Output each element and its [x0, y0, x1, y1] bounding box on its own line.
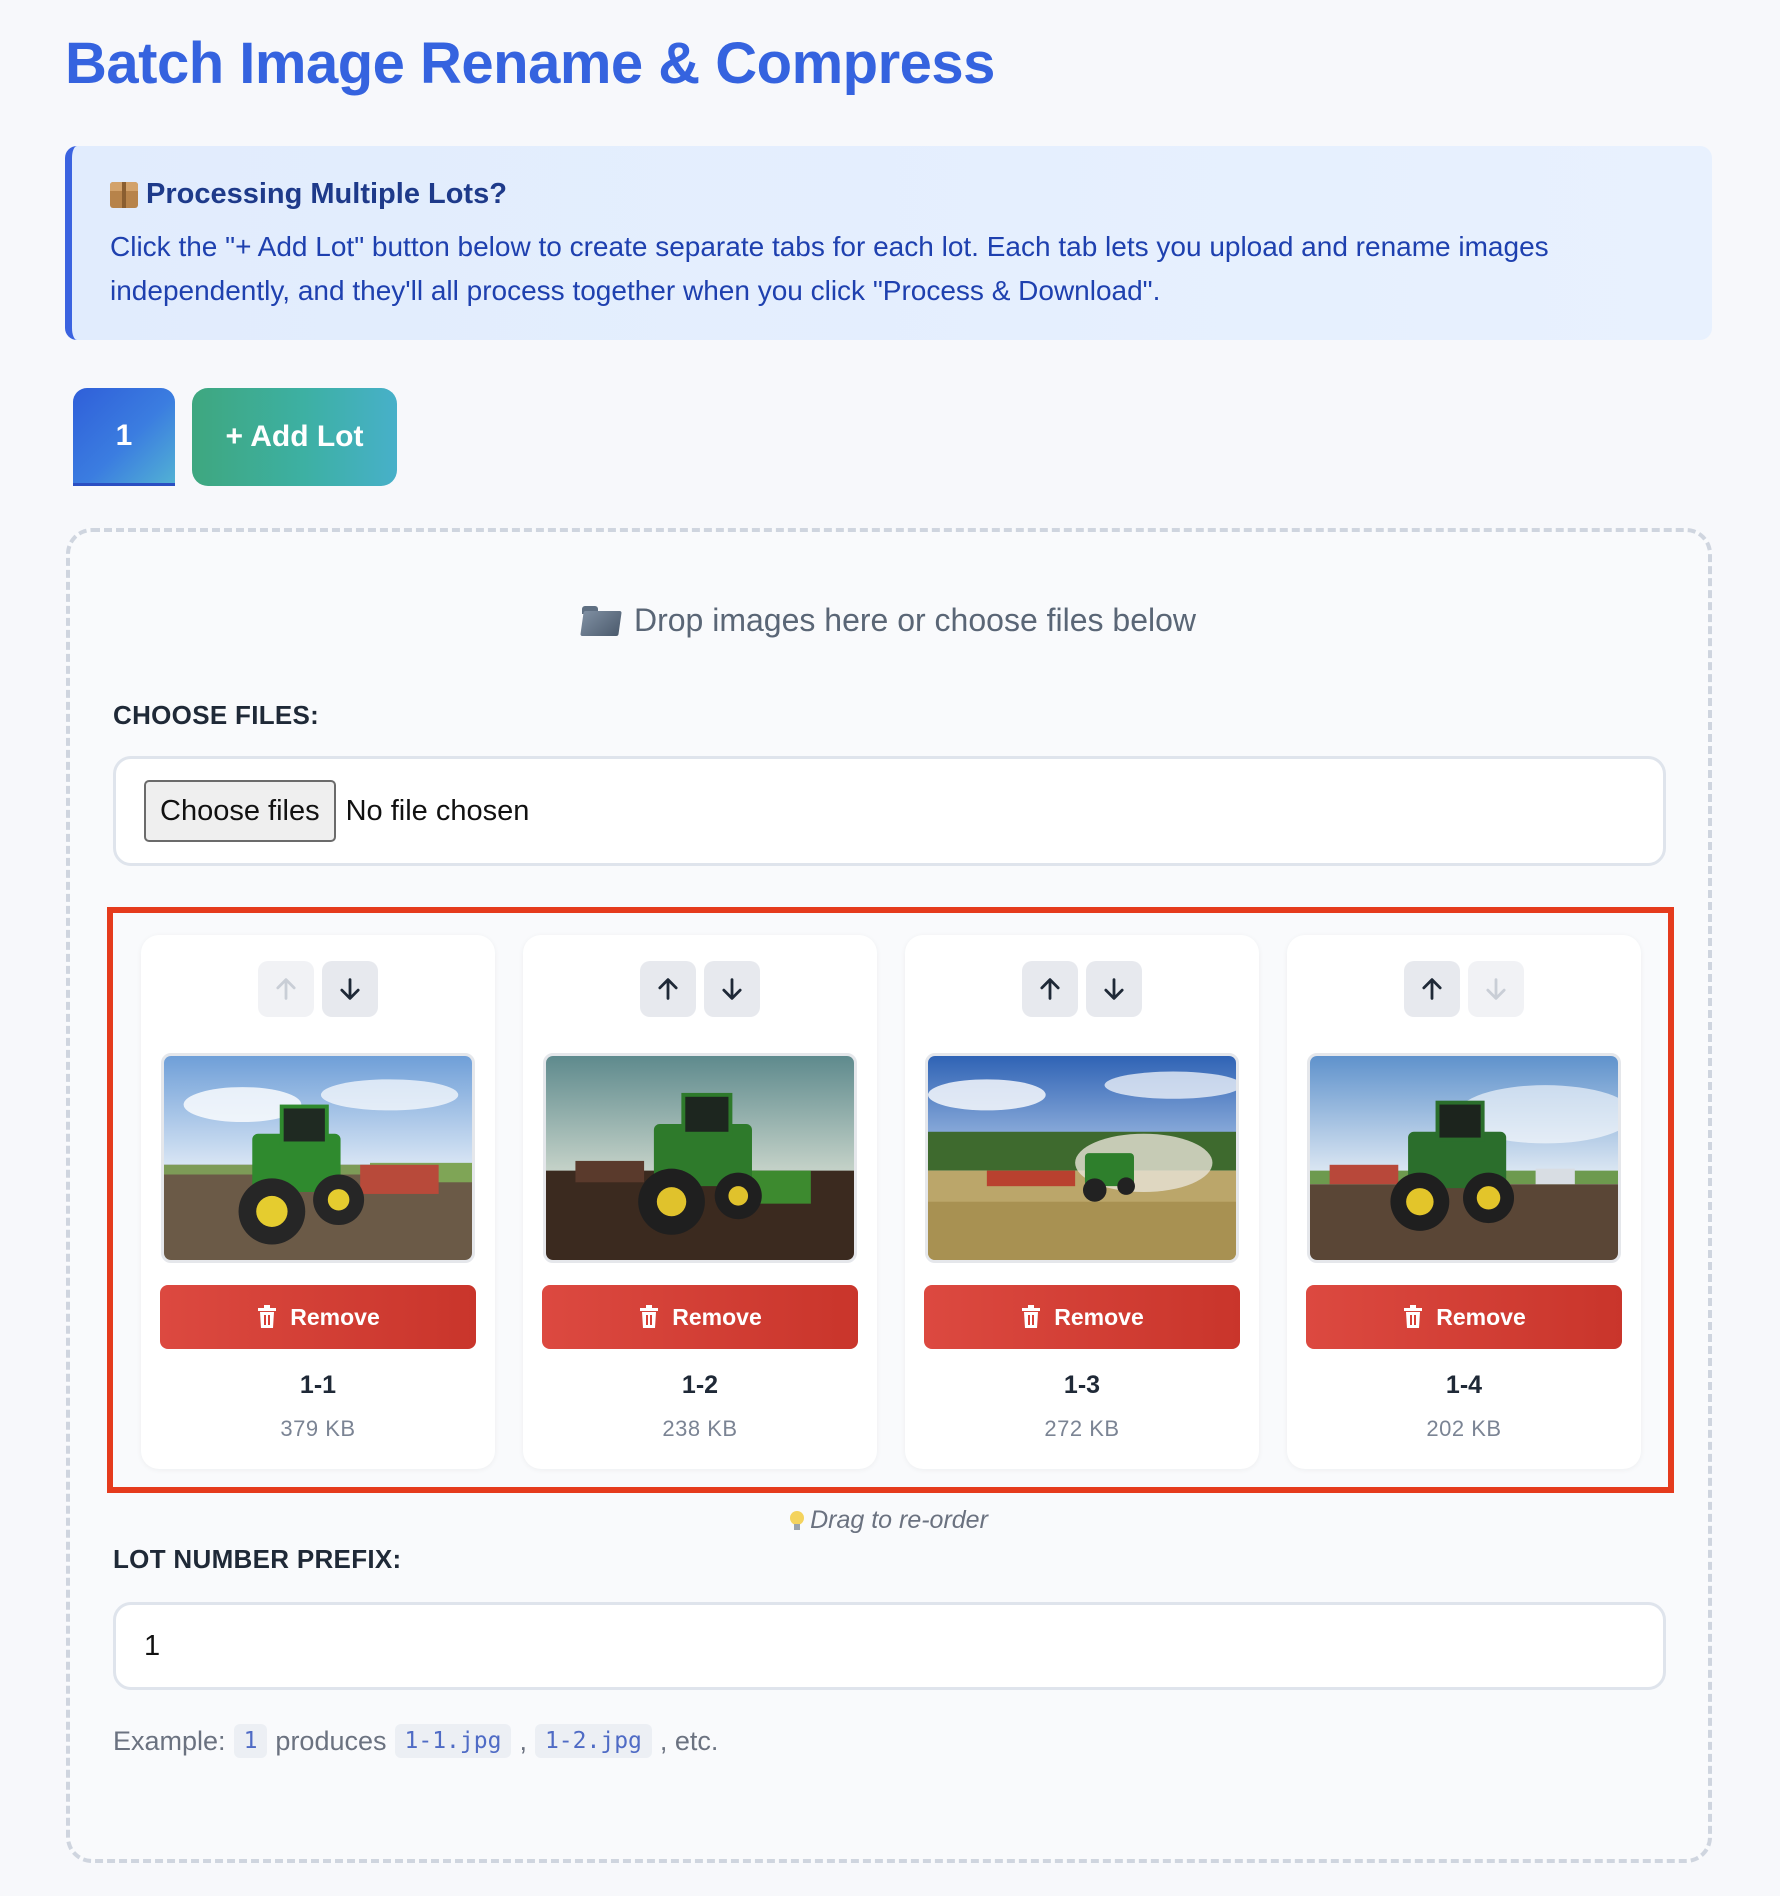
move-up-button[interactable]	[258, 961, 314, 1017]
image-size: 202 KB	[1426, 1416, 1502, 1441]
image-name: 1-2	[681, 1371, 719, 1399]
remove-button[interactable]: Remove	[160, 1285, 476, 1349]
remove-label: Remove	[1054, 1303, 1144, 1330]
info-banner: Processing Multiple Lots? Click the "+ A…	[65, 146, 1712, 340]
lot-tabs: 1 + Add Lot	[73, 388, 397, 486]
move-down-button[interactable]	[704, 961, 760, 1017]
move-down-button[interactable]	[1468, 961, 1524, 1017]
move-up-button[interactable]	[640, 961, 696, 1017]
image-grid: Remove 1-1 379 KB Remove 1-2 238 KB Remo…	[141, 935, 1641, 1469]
arrow-up-icon	[276, 978, 296, 1000]
trash-icon	[1404, 1305, 1423, 1328]
image-name: 1-1	[299, 1371, 337, 1399]
example-code-prefix: 1	[233, 1724, 268, 1758]
choose-files-label: CHOOSE FILES:	[113, 700, 320, 730]
trash-icon	[258, 1305, 277, 1328]
remove-label: Remove	[1436, 1303, 1526, 1330]
remove-button[interactable]: Remove	[1306, 1285, 1622, 1349]
move-up-button[interactable]	[1404, 961, 1460, 1017]
page-title: Batch Image Rename & Compress	[65, 31, 995, 96]
arrow-down-icon	[1486, 978, 1506, 1000]
page: Batch Image Rename & Compress Processing…	[0, 0, 1780, 1896]
add-lot-button[interactable]: + Add Lot	[192, 388, 397, 486]
move-up-button[interactable]	[1022, 961, 1078, 1017]
remove-button[interactable]: Remove	[542, 1285, 858, 1349]
image-thumbnail	[161, 1053, 475, 1263]
drop-zone[interactable]: Drop images here or choose files below C…	[66, 528, 1712, 1863]
drag-tip-text: Drag to re-order	[810, 1506, 988, 1534]
folder-icon	[581, 605, 620, 636]
drop-hint-text: Drop images here or choose files below	[633, 602, 1197, 638]
image-name: 1-3	[1063, 1371, 1101, 1399]
image-size: 272 KB	[1044, 1416, 1120, 1441]
file-input[interactable]: Choose files No file chosen	[113, 756, 1666, 866]
info-body: Click the "+ Add Lot" button below to cr…	[110, 231, 1549, 306]
tab-lot-1[interactable]: 1	[73, 388, 175, 486]
arrow-up-icon	[1422, 978, 1442, 1000]
file-status-text: No file chosen	[345, 794, 530, 827]
trash-icon	[640, 1305, 659, 1328]
example-code-file1: 1-1.jpg	[394, 1724, 512, 1758]
lightbulb-icon	[790, 1510, 805, 1531]
arrow-up-icon	[658, 978, 678, 1000]
arrow-up-icon	[1040, 978, 1060, 1000]
remove-label: Remove	[672, 1303, 762, 1330]
image-thumbnail	[543, 1053, 857, 1263]
image-card[interactable]: Remove 1-4 202 KB	[1287, 935, 1641, 1469]
arrow-down-icon	[722, 978, 742, 1000]
image-size: 238 KB	[662, 1416, 738, 1441]
prefix-label: LOT NUMBER PREFIX:	[113, 1544, 402, 1574]
image-grid-highlight: Remove 1-1 379 KB Remove 1-2 238 KB Remo…	[107, 907, 1674, 1493]
remove-button[interactable]: Remove	[924, 1285, 1240, 1349]
choose-files-button[interactable]: Choose files	[144, 780, 336, 842]
example-code-file2: 1-2.jpg	[534, 1724, 652, 1758]
arrow-down-icon	[340, 978, 360, 1000]
move-down-button[interactable]	[1086, 961, 1142, 1017]
image-card[interactable]: Remove 1-2 238 KB	[523, 935, 877, 1469]
arrow-down-icon	[1104, 978, 1124, 1000]
prefix-input[interactable]	[113, 1602, 1666, 1690]
image-card[interactable]: Remove 1-3 272 KB	[905, 935, 1259, 1469]
move-down-button[interactable]	[322, 961, 378, 1017]
image-card[interactable]: Remove 1-1 379 KB	[141, 935, 495, 1469]
trash-icon	[1022, 1305, 1041, 1328]
remove-label: Remove	[290, 1303, 380, 1330]
info-heading: Processing Multiple Lots?	[146, 178, 507, 210]
image-name: 1-4	[1445, 1371, 1483, 1399]
image-size: 379 KB	[280, 1416, 356, 1441]
image-thumbnail	[1307, 1053, 1621, 1263]
image-thumbnail	[925, 1053, 1239, 1263]
prefix-example: Example: 1 produces 1-1.jpg , 1-2.jpg , …	[113, 1724, 718, 1758]
package-icon	[110, 181, 138, 208]
